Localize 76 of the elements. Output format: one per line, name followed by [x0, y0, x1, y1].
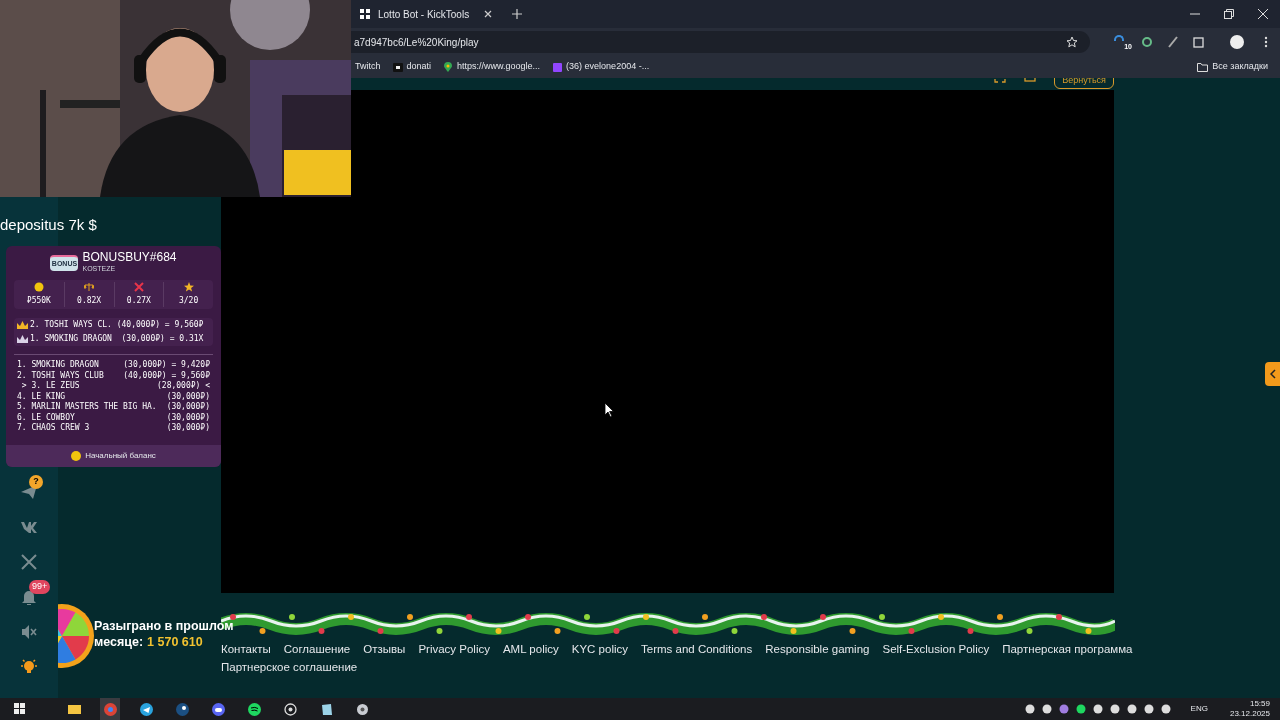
footer-link[interactable]: Отзывы [363, 641, 406, 659]
footer-link[interactable]: Партнерская программа [1002, 641, 1133, 659]
bookmark[interactable]: https://www.google... [443, 60, 541, 74]
chevron-left-icon [1269, 369, 1276, 379]
more-icon[interactable] [1264, 36, 1268, 48]
folder-icon [67, 702, 81, 716]
footer-link[interactable]: KYC policy [571, 641, 629, 659]
leaderboard-entry: 2. TOSHI WAYS CL. (40,000₽) = 9,560₽ [30, 319, 204, 331]
slot-amount: (30,000₽) [166, 412, 210, 423]
bookmark-icon [552, 61, 563, 73]
bell-icon[interactable] [20, 588, 38, 606]
leaderboard-entry: 1. SMOKING DRAGON (30,000₽) = 0.31X [30, 333, 204, 345]
widget-title: BONUSBUY#684 [82, 252, 177, 263]
footer-link[interactable]: AML policy [502, 641, 559, 659]
chrome-icon [103, 702, 117, 716]
bookmark-icon [392, 61, 403, 73]
stat-value: 0.82X [77, 295, 102, 307]
bookmark[interactable]: (36) evelone2004 -... [552, 60, 650, 74]
cross-icon [133, 282, 144, 292]
bookmark[interactable]: Twitch [355, 60, 381, 74]
address-bar[interactable]: a7d947bc6/Le%20King/play [350, 31, 1091, 53]
slot-amount: (28,000₽) < [157, 381, 210, 392]
stream-caption: depositus 7k $ [0, 215, 97, 235]
coin-icon [33, 282, 44, 292]
scale-icon [84, 282, 95, 292]
slot-amount: (40,000₽) = 9,560₽ [123, 370, 210, 381]
slot-amount: (30,000₽) [166, 402, 210, 413]
slot-name: > 3. LE ZEUS [20, 381, 80, 392]
windows-icon [13, 702, 27, 716]
notification-badge: 99+ [29, 580, 51, 594]
notepad-icon [319, 702, 333, 716]
slot-amount: (30,000₽) [166, 423, 210, 434]
pin-icon [443, 61, 454, 73]
collapse-tab[interactable] [1265, 362, 1280, 386]
all-bookmarks[interactable]: Все закладки [1197, 60, 1268, 74]
footer-link[interactable]: Terms and Conditions [641, 641, 753, 659]
language-indicator[interactable]: ENG [1190, 703, 1208, 715]
promo-text: месяце: [94, 634, 144, 650]
slot-name: 5. MARLIN MASTERS THE BIG HA. [17, 402, 157, 413]
grid-icon [360, 9, 370, 19]
footer-link[interactable]: Privacy Policy [418, 641, 490, 659]
footer-link[interactable]: Партнерское соглашение [221, 660, 358, 675]
stat-value: 0.27X [126, 295, 151, 307]
folder-icon [1197, 62, 1209, 72]
x-icon[interactable] [20, 553, 38, 571]
close-icon[interactable] [484, 10, 492, 18]
promo-text: Разыграно в прошлом [94, 618, 234, 634]
slot-name: 2. TOSHI WAYS CLUB [17, 370, 104, 381]
notification-badge: ? [29, 475, 43, 489]
slot-name: 6. LE COWBOY [17, 412, 75, 423]
steam-icon [175, 702, 189, 716]
clock[interactable]: 15:59 23.12.2025 [1229, 699, 1270, 719]
slot-name: 1. SMOKING DRAGON [17, 360, 99, 371]
slot-amount: (30,000₽) = 9,420₽ [123, 360, 210, 371]
footer-link[interactable]: Self-Exclusion Policy [882, 641, 990, 659]
prize-amount: 1 570 610 [147, 634, 203, 650]
restore-icon[interactable] [1224, 9, 1234, 19]
close-icon[interactable] [1258, 9, 1268, 19]
footer-link[interactable]: Соглашение [283, 641, 351, 659]
footer-link[interactable]: Responsible gaming [765, 641, 870, 659]
mute-icon[interactable] [20, 623, 38, 641]
bookmark[interactable]: donati [392, 60, 432, 74]
cursor-icon [604, 402, 614, 418]
star-icon[interactable] [1066, 36, 1079, 48]
slot-amount: (30,000₽) [166, 391, 210, 402]
lamp-icon[interactable] [20, 658, 38, 676]
avatar-icon[interactable] [1230, 35, 1244, 49]
stat-value: ₽550K [26, 295, 51, 307]
coin-icon [71, 451, 82, 461]
footer-link[interactable]: Контакты [221, 641, 271, 659]
slot-name: 4. LE KING [17, 391, 66, 402]
stat-value: 3/20 [179, 295, 199, 307]
slot-name: 7. CHAOS CREW 3 [17, 423, 90, 434]
star-icon [183, 282, 194, 292]
widget-footer-text: Начальный баланс [85, 450, 156, 462]
plus-icon[interactable] [512, 9, 522, 19]
